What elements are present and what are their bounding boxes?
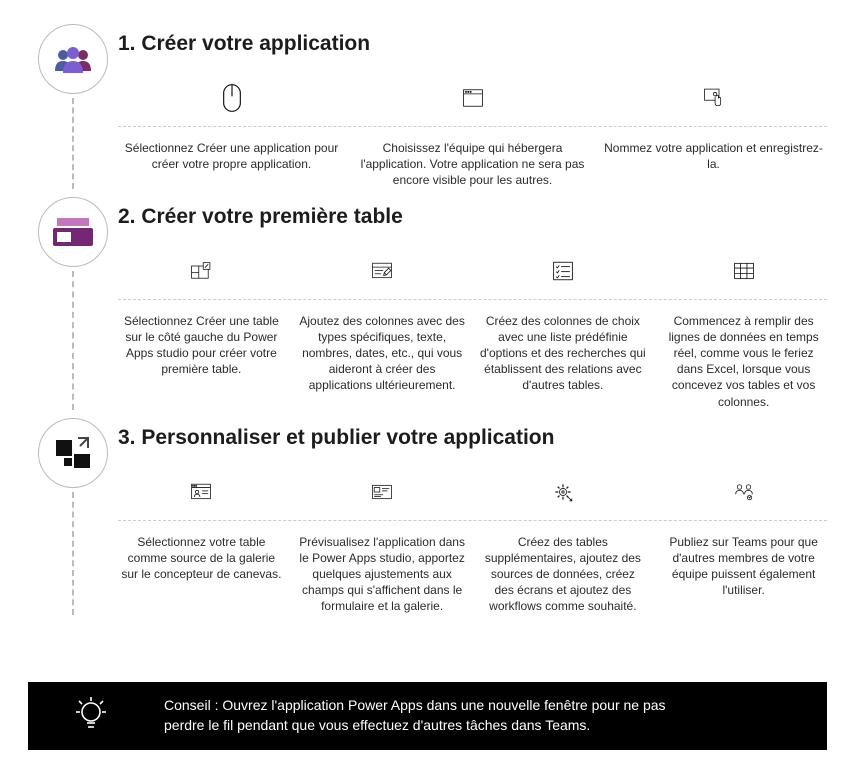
layout-edit-icon [179, 249, 223, 293]
step-2-1: Sélectionnez Créer une table sur le côté… [118, 249, 285, 410]
step-1-2: Choisissez l'équipe qui hébergera l'appl… [359, 76, 586, 189]
step-text: Sélectionnez Créer une application pour … [118, 140, 345, 172]
people-icon [53, 43, 93, 75]
step-text: Nommez votre application et enregistrez-… [600, 140, 827, 172]
step-text: Publiez sur Teams pour que d'autres memb… [660, 534, 827, 599]
section-create-table: 2. Créer votre première table Sélectionn… [28, 197, 827, 410]
section-title-3: 3. Personnaliser et publier votre applic… [118, 426, 827, 450]
timeline-line-3 [72, 492, 74, 615]
lightbulb-icon [46, 696, 136, 736]
step-text: Ajoutez des colonnes avec des types spéc… [299, 313, 466, 394]
step-2-2: Ajoutez des colonnes avec des types spéc… [299, 249, 466, 410]
team-share-icon [722, 470, 766, 514]
window-icon [451, 76, 495, 120]
timeline-col-1 [28, 24, 118, 189]
checklist-icon [541, 249, 585, 293]
step-1-3: Nommez votre application et enregistrez-… [600, 76, 827, 189]
step-3-1: Sélectionnez votre table comme source de… [118, 470, 285, 615]
section-icon-circle-2 [38, 197, 108, 267]
section-icon-circle-1 [38, 24, 108, 94]
section-icon-circle-3 [38, 418, 108, 488]
timeline-col-3 [28, 418, 118, 615]
step-text: Créez des colonnes de choix avec une lis… [480, 313, 647, 394]
timeline-line-1 [72, 98, 74, 189]
section-body-2: 2. Créer votre première table Sélectionn… [118, 197, 827, 410]
step-3-4: Publiez sur Teams pour que d'autres memb… [660, 470, 827, 615]
grid-icon [722, 249, 766, 293]
step-text: Commencez à remplir des lignes de donnée… [660, 313, 827, 410]
step-2-4: Commencez à remplir des lignes de donnée… [660, 249, 827, 410]
form-edit-icon [360, 249, 404, 293]
step-text: Prévisualisez l'application dans le Powe… [299, 534, 466, 615]
timeline-col-2 [28, 197, 118, 410]
section-body-3: 3. Personnaliser et publier votre applic… [118, 418, 827, 615]
tip-bar: Conseil : Ouvrez l'application Power App… [28, 682, 827, 750]
canvas-user-icon [179, 470, 223, 514]
step-text: Choisissez l'équipe qui hébergera l'appl… [359, 140, 586, 189]
expand-blocks-icon [54, 436, 92, 470]
step-1-1: Sélectionnez Créer une application pour … [118, 76, 345, 189]
section-title-2: 2. Créer votre première table [118, 205, 827, 229]
tap-icon [692, 76, 736, 120]
section-create-app: 1. Créer votre application Sélectionnez … [28, 24, 827, 189]
steps-row-1: Sélectionnez Créer une application pour … [118, 70, 827, 189]
gear-workflow-icon [541, 470, 585, 514]
steps-row-2: Sélectionnez Créer une table sur le côté… [118, 243, 827, 410]
step-3-3: Créez des tables supplémentaires, ajoute… [480, 470, 647, 615]
card-details-icon [360, 470, 404, 514]
mouse-icon [210, 76, 254, 120]
section-title-1: 1. Créer votre application [118, 32, 827, 56]
step-text: Créez des tables supplémentaires, ajoute… [480, 534, 647, 615]
section-customize-publish: 3. Personnaliser et publier votre applic… [28, 418, 827, 615]
step-text: Sélectionnez Créer une table sur le côté… [118, 313, 285, 378]
table-card-icon [53, 216, 93, 248]
section-body-1: 1. Créer votre application Sélectionnez … [118, 24, 827, 189]
tip-text: Conseil : Ouvrez l'application Power App… [164, 696, 704, 735]
timeline-line-2 [72, 271, 74, 410]
step-text: Sélectionnez votre table comme source de… [118, 534, 285, 583]
step-3-2: Prévisualisez l'application dans le Powe… [299, 470, 466, 615]
step-2-3: Créez des colonnes de choix avec une lis… [480, 249, 647, 410]
steps-row-3: Sélectionnez votre table comme source de… [118, 464, 827, 615]
